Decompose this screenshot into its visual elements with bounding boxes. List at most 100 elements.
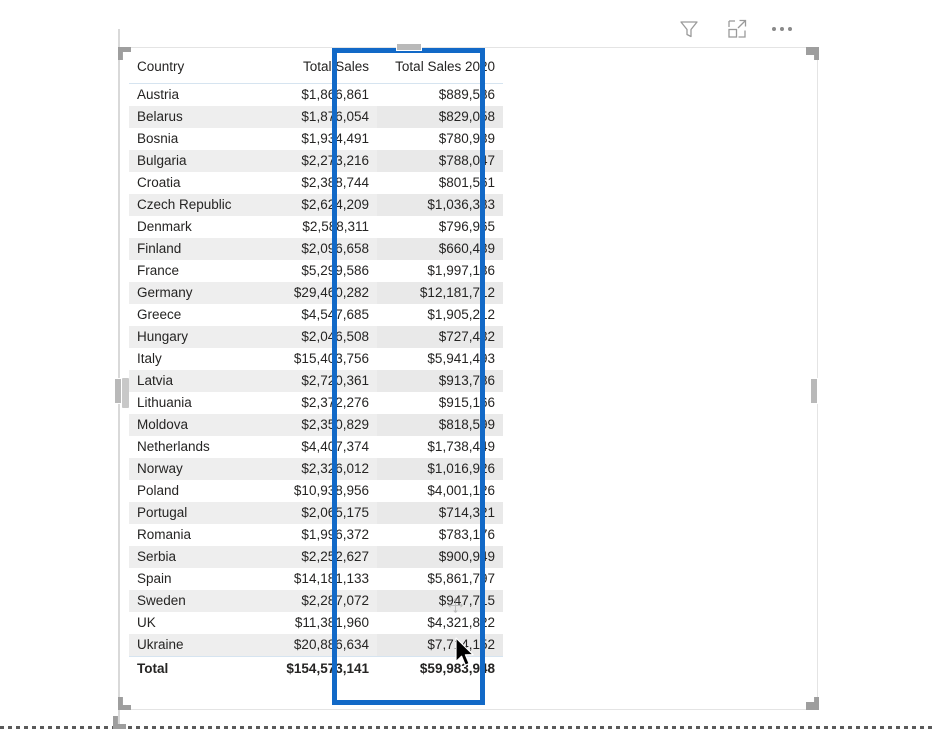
- table-row[interactable]: Netherlands $4,407,374 $1,738,449: [129, 436, 503, 458]
- cell-total-sales-2020[interactable]: $788,047: [377, 150, 503, 172]
- table-visual-container[interactable]: Country Total Sales Total Sales 2020 Aus…: [118, 47, 818, 710]
- cell-total-sales-2020[interactable]: $5,861,797: [377, 568, 503, 590]
- cell-total-sales[interactable]: $2,372,276: [257, 392, 377, 414]
- cell-country[interactable]: Ukraine: [129, 634, 257, 657]
- cell-country[interactable]: Hungary: [129, 326, 257, 348]
- cell-country[interactable]: Austria: [129, 84, 257, 107]
- column-header-total-sales[interactable]: Total Sales: [257, 57, 377, 84]
- table-row[interactable]: Serbia $2,252,627 $900,949: [129, 546, 503, 568]
- cell-total-sales-2020[interactable]: $1,036,383: [377, 194, 503, 216]
- cell-country[interactable]: Serbia: [129, 546, 257, 568]
- cell-total-sales[interactable]: $1,996,372: [257, 524, 377, 546]
- cell-total-sales[interactable]: $2,624,209: [257, 194, 377, 216]
- cell-total-sales[interactable]: $2,252,627: [257, 546, 377, 568]
- table-row[interactable]: Moldova $2,350,829 $818,599: [129, 414, 503, 436]
- cell-total-sales-2020[interactable]: $12,181,712: [377, 282, 503, 304]
- cell-total-sales-2020[interactable]: $913,786: [377, 370, 503, 392]
- cell-country[interactable]: Greece: [129, 304, 257, 326]
- table-row[interactable]: Latvia $2,720,361 $913,786: [129, 370, 503, 392]
- cell-total-sales-2020[interactable]: $5,941,493: [377, 348, 503, 370]
- cell-total-sales[interactable]: $2,046,508: [257, 326, 377, 348]
- cell-total-sales-2020[interactable]: $915,166: [377, 392, 503, 414]
- table-row[interactable]: Greece $4,547,685 $1,905,212: [129, 304, 503, 326]
- cell-total-sales-2020[interactable]: $829,058: [377, 106, 503, 128]
- column-header-country[interactable]: Country: [129, 57, 257, 84]
- cell-country[interactable]: Romania: [129, 524, 257, 546]
- cell-total-sales[interactable]: $20,886,634: [257, 634, 377, 657]
- cell-country[interactable]: Lithuania: [129, 392, 257, 414]
- vertical-scrollbar-thumb[interactable]: [122, 378, 129, 408]
- cell-country[interactable]: Poland: [129, 480, 257, 502]
- cell-total-sales-2020[interactable]: $801,561: [377, 172, 503, 194]
- focus-mode-icon[interactable]: [724, 16, 750, 42]
- cell-total-sales-2020[interactable]: $660,439: [377, 238, 503, 260]
- table-row[interactable]: Bulgaria $2,273,216 $788,047: [129, 150, 503, 172]
- cell-country[interactable]: Bulgaria: [129, 150, 257, 172]
- cell-total-sales-2020[interactable]: $818,599: [377, 414, 503, 436]
- cell-country[interactable]: Netherlands: [129, 436, 257, 458]
- table-row[interactable]: Ukraine$20,886,634$7,714,152: [129, 634, 503, 657]
- cell-total-sales-2020[interactable]: $714,321: [377, 502, 503, 524]
- cell-country[interactable]: Belarus: [129, 106, 257, 128]
- cell-total-sales-2020[interactable]: $947,715: [377, 590, 503, 612]
- cell-total-sales[interactable]: $4,407,374: [257, 436, 377, 458]
- cell-total-sales[interactable]: $2,287,072: [257, 590, 377, 612]
- cell-total-sales[interactable]: $11,381,960: [257, 612, 377, 634]
- cell-total-sales[interactable]: $2,720,361: [257, 370, 377, 392]
- column-header-total-sales-2020[interactable]: Total Sales 2020: [377, 57, 503, 84]
- cell-total-sales-2020[interactable]: $1,016,926: [377, 458, 503, 480]
- table-row[interactable]: Czech Republic $2,624,209 $1,036,383: [129, 194, 503, 216]
- cell-total-sales-2020[interactable]: $796,965: [377, 216, 503, 238]
- cell-country[interactable]: Denmark: [129, 216, 257, 238]
- table-row[interactable]: Belarus $1,876,054 $829,058: [129, 106, 503, 128]
- more-options-icon[interactable]: [772, 16, 792, 42]
- table-row[interactable]: Bosnia $1,934,491 $780,939: [129, 128, 503, 150]
- cell-total-sales[interactable]: $2,065,175: [257, 502, 377, 524]
- cell-total-sales[interactable]: $5,299,586: [257, 260, 377, 282]
- cell-total-sales-2020[interactable]: $4,321,822: [377, 612, 503, 634]
- cell-country[interactable]: Czech Republic: [129, 194, 257, 216]
- cell-total-sales[interactable]: $2,273,216: [257, 150, 377, 172]
- table-row[interactable]: Lithuania $2,372,276 $915,166: [129, 392, 503, 414]
- cell-total-sales[interactable]: $2,350,829: [257, 414, 377, 436]
- cell-total-sales-2020[interactable]: $780,939: [377, 128, 503, 150]
- table-row[interactable]: Spain $14,181,133 $5,861,797: [129, 568, 503, 590]
- table-row[interactable]: Poland $10,938,956 $4,001,126: [129, 480, 503, 502]
- cell-total-sales-2020[interactable]: $1,997,136: [377, 260, 503, 282]
- table-row[interactable]: Finland $2,096,658 $660,439: [129, 238, 503, 260]
- cell-total-sales[interactable]: $1,866,861: [257, 84, 377, 107]
- cell-total-sales-2020[interactable]: $727,432: [377, 326, 503, 348]
- cell-total-sales[interactable]: $29,460,282: [257, 282, 377, 304]
- cell-total-sales[interactable]: $1,934,491: [257, 128, 377, 150]
- cell-total-sales[interactable]: $2,326,012: [257, 458, 377, 480]
- cell-country[interactable]: Sweden: [129, 590, 257, 612]
- table-row[interactable]: Hungary $2,046,508 $727,432: [129, 326, 503, 348]
- cell-total-sales-2020[interactable]: $900,949: [377, 546, 503, 568]
- cell-total-sales[interactable]: $2,588,311: [257, 216, 377, 238]
- cell-total-sales-2020[interactable]: $889,586: [377, 84, 503, 107]
- cell-country[interactable]: Norway: [129, 458, 257, 480]
- cell-country[interactable]: Spain: [129, 568, 257, 590]
- table-row[interactable]: Norway $2,326,012 $1,016,926: [129, 458, 503, 480]
- cell-total-sales[interactable]: $2,096,658: [257, 238, 377, 260]
- table-row[interactable]: Portugal $2,065,175 $714,321: [129, 502, 503, 524]
- cell-total-sales[interactable]: $1,876,054: [257, 106, 377, 128]
- cell-total-sales[interactable]: $15,403,756: [257, 348, 377, 370]
- table-row[interactable]: Croatia $2,388,744 $801,561: [129, 172, 503, 194]
- cell-country[interactable]: Bosnia: [129, 128, 257, 150]
- table-row[interactable]: UK $11,381,960 $4,321,822: [129, 612, 503, 634]
- cell-total-sales-2020[interactable]: $1,738,449: [377, 436, 503, 458]
- table-row[interactable]: Denmark $2,588,311 $796,965: [129, 216, 503, 238]
- cell-country[interactable]: France: [129, 260, 257, 282]
- cell-total-sales-2020[interactable]: $7,714,152: [377, 634, 503, 657]
- cell-total-sales[interactable]: $14,181,133: [257, 568, 377, 590]
- filter-icon[interactable]: [676, 16, 702, 42]
- cell-country[interactable]: Croatia: [129, 172, 257, 194]
- cell-total-sales-2020[interactable]: $4,001,126: [377, 480, 503, 502]
- cell-country[interactable]: Latvia: [129, 370, 257, 392]
- table-row[interactable]: Austria $1,866,861 $889,586: [129, 84, 503, 107]
- selection-handle-top[interactable]: [396, 43, 422, 51]
- cell-total-sales-2020[interactable]: $783,176: [377, 524, 503, 546]
- table-row[interactable]: Sweden $2,287,072 $947,715: [129, 590, 503, 612]
- cell-country[interactable]: Germany: [129, 282, 257, 304]
